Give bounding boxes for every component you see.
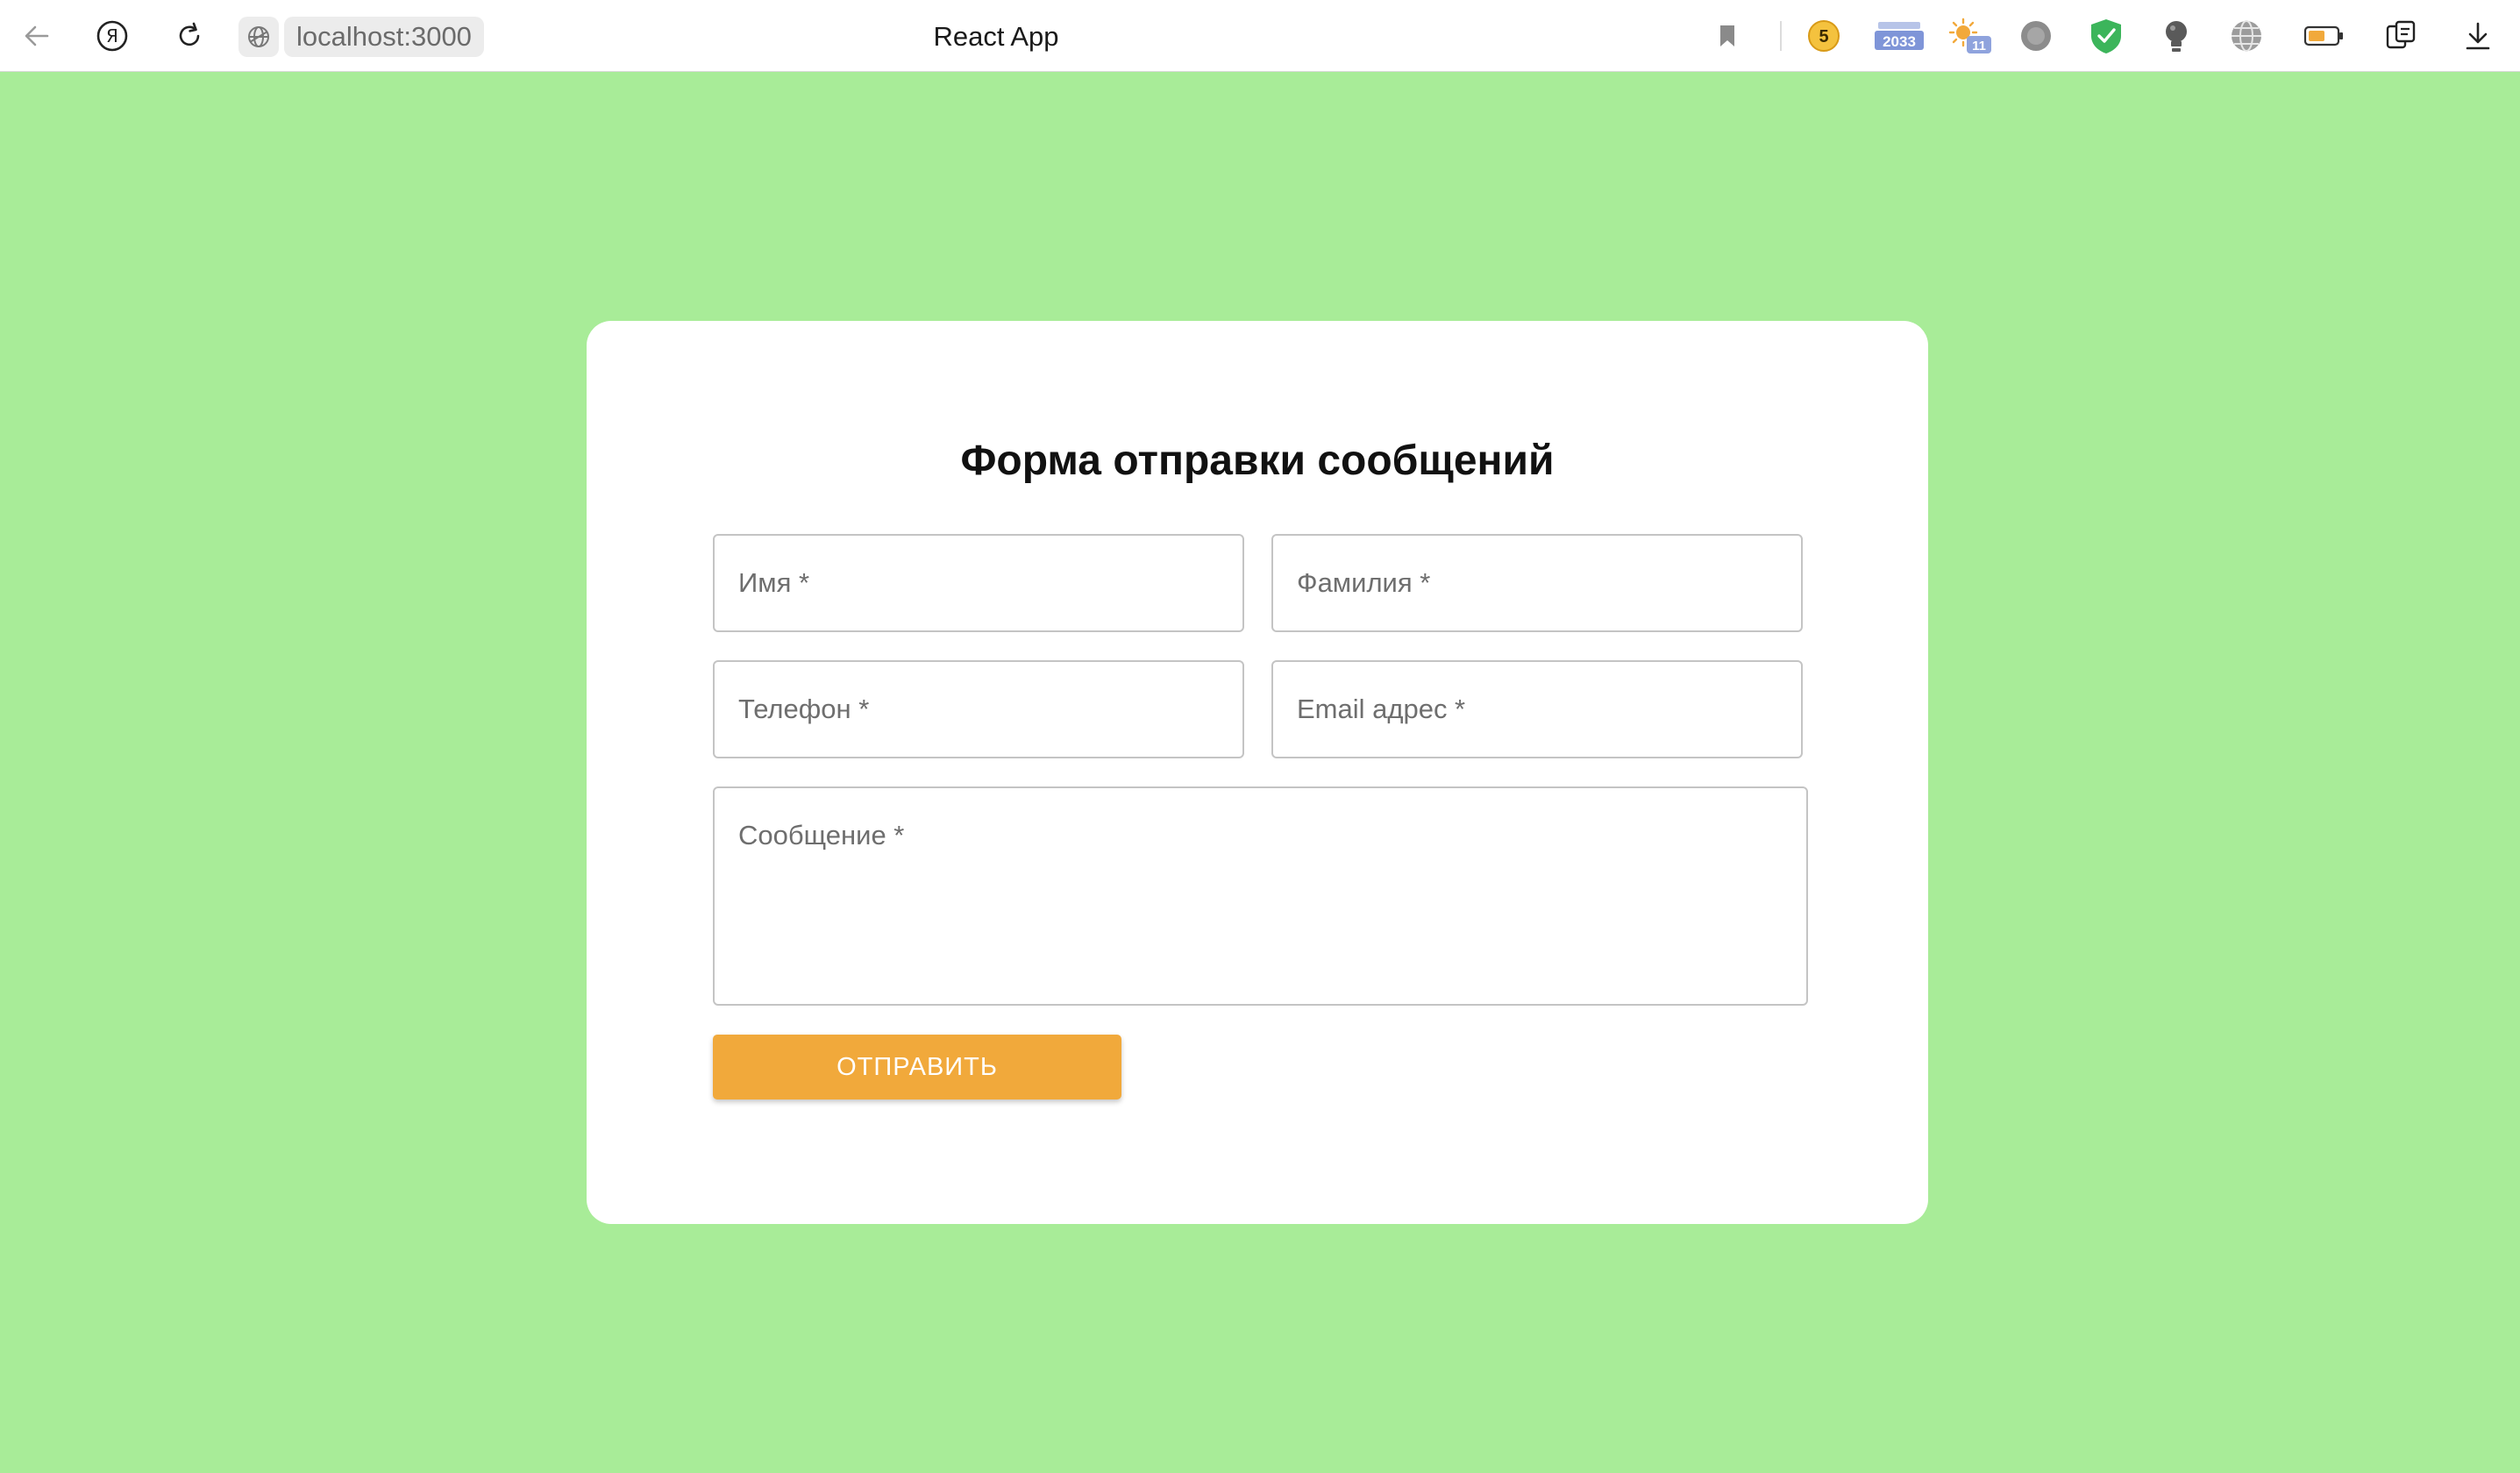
extension-weather-value: 11 (1972, 39, 1986, 53)
extension-weather-icon[interactable]: 11 (1945, 15, 1994, 57)
site-info-icon[interactable] (238, 17, 279, 57)
extension-counter-icon[interactable]: 2033 (1871, 15, 1927, 57)
message-label: Сообщение * (738, 820, 905, 850)
phone-label: Телефон * (738, 694, 870, 724)
download-icon[interactable] (2457, 15, 2499, 57)
bookmark-icon[interactable] (1706, 15, 1748, 57)
yandex-icon[interactable]: Я (91, 15, 133, 57)
browser-toolbar: Я localhost:3000 React App 5 2033 11 (0, 0, 2520, 72)
extension-badge-icon[interactable]: 5 (1803, 15, 1845, 57)
last-name-field[interactable]: Фамилия * (1271, 534, 1803, 632)
email-label: Email адрес * (1297, 694, 1466, 724)
email-field[interactable]: Email адрес * (1271, 660, 1803, 758)
address-text[interactable]: localhost:3000 (284, 17, 484, 57)
svg-text:Я: Я (106, 25, 118, 46)
reload-icon[interactable] (168, 15, 210, 57)
extension-bulb-icon[interactable] (2155, 15, 2197, 57)
first-name-field[interactable]: Имя * (713, 534, 1244, 632)
extension-puzzle-icon[interactable] (2380, 15, 2422, 57)
last-name-label: Фамилия * (1297, 567, 1431, 598)
address-bar[interactable]: localhost:3000 (238, 17, 503, 57)
battery-icon (2303, 15, 2345, 57)
extension-circle-icon[interactable] (2015, 15, 2057, 57)
form-title: Форма отправки сообщений (960, 438, 1555, 484)
toolbar-divider (1780, 21, 1782, 51)
back-icon[interactable] (16, 15, 58, 57)
extension-badge-count: 5 (1819, 27, 1828, 46)
extension-counter-value: 2033 (1883, 33, 1916, 50)
tab-title: React App (933, 21, 1059, 52)
submit-button[interactable]: ОТПРАВИТЬ (713, 1035, 1121, 1099)
extension-shield-icon[interactable] (2085, 15, 2127, 57)
first-name-label: Имя * (738, 567, 810, 598)
extension-globe-icon[interactable] (2225, 15, 2267, 57)
phone-field[interactable]: Телефон * (713, 660, 1244, 758)
message-form-card: Форма отправки сообщений Имя * Фамилия *… (587, 321, 1928, 1224)
message-field[interactable]: Сообщение * (713, 786, 1808, 1006)
